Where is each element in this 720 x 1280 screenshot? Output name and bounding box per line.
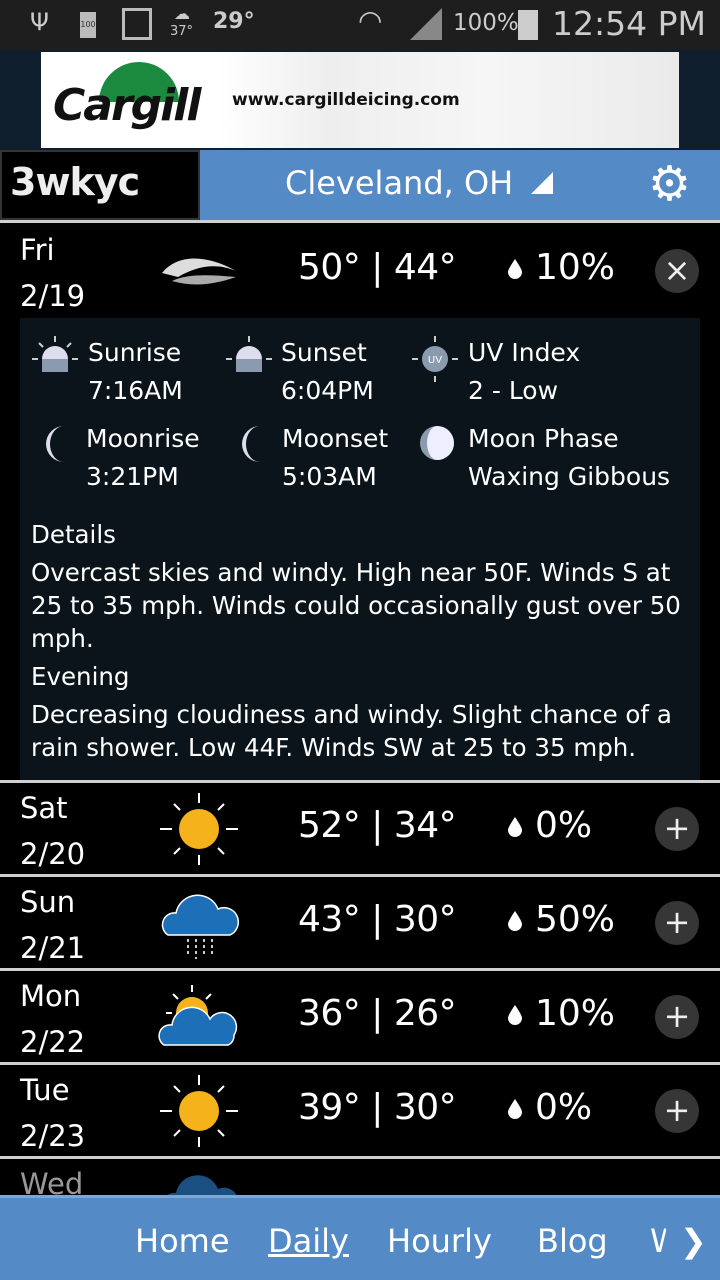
- temps: 36° | 26°: [298, 993, 457, 1034]
- sunny-icon: [160, 793, 238, 865]
- raindrop-icon: [508, 911, 522, 931]
- temps: 39° | 30°: [298, 1087, 457, 1128]
- precip-chance: 0%: [535, 805, 593, 846]
- day-name: Wed: [20, 1167, 84, 1195]
- day-row[interactable]: Sun 2/21 43° | 30° 50% +: [0, 877, 720, 969]
- nav-hourly[interactable]: Hourly: [387, 1222, 492, 1260]
- cloud-icon: [167, 1175, 237, 1195]
- svg-text:UV: UV: [428, 355, 442, 366]
- day-row[interactable]: Mon 2/22 36° | 26° 10% +: [0, 971, 720, 1063]
- expand-button[interactable]: +: [655, 807, 699, 851]
- precip-chance: 10%: [535, 247, 616, 288]
- day-row[interactable]: Sat 2/20 52° | 34° 0% +: [0, 783, 720, 875]
- day-row-expanded[interactable]: Fri 2/19 50° | 44° 10% ×: [0, 225, 720, 317]
- day-date: 2/23: [20, 1119, 86, 1153]
- nav-blog[interactable]: Blog: [537, 1222, 608, 1260]
- evening-heading: Evening: [31, 662, 130, 691]
- sunset-icon: [226, 336, 272, 372]
- moonrise-info: Moonrise 3:21PM: [86, 424, 200, 491]
- divider: [0, 220, 720, 223]
- chevron-right-icon[interactable]: ❯: [680, 1222, 707, 1260]
- temps: 43° | 30°: [298, 899, 457, 940]
- battery-saver-icon: 100: [80, 12, 96, 38]
- ad-url: www.cargilldeicing.com: [232, 90, 460, 110]
- cloud-icon: ☁: [174, 4, 190, 23]
- moon-phase-icon: [420, 426, 454, 460]
- sunset-info: Sunset 6:04PM: [281, 338, 374, 405]
- day-date: 2/20: [20, 837, 86, 871]
- rain-icon: [161, 894, 240, 959]
- bottom-nav: Home Daily Hourly Blog W ❯: [0, 1195, 720, 1280]
- day-details-panel: Sunrise 7:16AM Sunset 6:04PM UV UV Index 2 …: [20, 318, 700, 780]
- day-date: 2/19: [20, 279, 86, 313]
- day-name: Mon: [20, 979, 82, 1013]
- sunny-icon: [160, 1075, 238, 1147]
- temps: 52° | 34°: [298, 805, 457, 846]
- windy-icon: [162, 258, 236, 285]
- day-row-partial[interactable]: Wed: [0, 1159, 720, 1195]
- expand-button[interactable]: +: [655, 1089, 699, 1133]
- day-name: Tue: [20, 1073, 70, 1107]
- raindrop-icon: [508, 1005, 522, 1025]
- expand-button[interactable]: +: [655, 901, 699, 945]
- uv-index-icon: UV: [412, 336, 458, 382]
- sunrise-info: Sunrise 7:16AM: [88, 338, 183, 405]
- notif-temp: 29°: [213, 9, 255, 34]
- raindrop-icon: [508, 259, 522, 279]
- expand-button[interactable]: +: [655, 995, 699, 1039]
- nav-daily[interactable]: Daily: [268, 1222, 349, 1260]
- dropdown-triangle-icon: [531, 172, 554, 194]
- moonrise-icon: [46, 426, 64, 462]
- details-text: Overcast skies and windy. High near 50F.…: [31, 558, 681, 653]
- day-name: Sun: [20, 885, 76, 919]
- forecast-details: Details Overcast skies and windy. High n…: [31, 518, 696, 764]
- wkyc-logo[interactable]: 3wkyc: [0, 150, 200, 220]
- temps: 50° | 44°: [298, 247, 457, 288]
- precip-chance: 50%: [535, 899, 616, 940]
- raindrop-icon: [508, 817, 522, 837]
- day-name: Sat: [20, 791, 68, 825]
- nav-home[interactable]: Home: [135, 1222, 230, 1260]
- details-heading: Details: [31, 520, 116, 549]
- settings-gear-icon[interactable]: ⚙: [648, 158, 691, 210]
- status-bar: Ψ 100 ☁ 37° 29° ◠ 100% 12:54 PM: [0, 0, 720, 50]
- uv-info: UV Index 2 - Low: [468, 338, 581, 405]
- notif-temp-small: 37°: [170, 24, 194, 39]
- moonset-info: Moonset 5:03AM: [282, 424, 389, 491]
- wifi-icon: ◠: [358, 4, 383, 37]
- ad-brand: Cargill: [53, 80, 201, 131]
- clock: 12:54 PM: [552, 4, 706, 43]
- day-name: Fri: [20, 233, 55, 267]
- partly-cloudy-icon: [158, 985, 238, 1046]
- day-date: 2/21: [20, 931, 86, 965]
- usb-icon: Ψ: [30, 8, 49, 36]
- sunrise-icon: [32, 336, 78, 372]
- location-selector[interactable]: Cleveland, OH: [285, 164, 554, 202]
- moon-phase-info: Moon Phase Waxing Gibbous: [468, 424, 671, 491]
- ad-banner[interactable]: Cargill www.cargilldeicing.com: [0, 50, 720, 150]
- battery-percent: 100%: [453, 10, 519, 36]
- nav-more-partial[interactable]: W: [650, 1222, 666, 1260]
- gallery-icon: [122, 8, 152, 40]
- evening-text: Decreasing cloudiness and windy. Slight …: [31, 700, 672, 762]
- day-row[interactable]: Tue 2/23 39° | 30° 0% +: [0, 1065, 720, 1157]
- ad-image[interactable]: Cargill www.cargilldeicing.com: [41, 52, 679, 148]
- signal-icon: [410, 8, 442, 40]
- precip-chance: 10%: [535, 993, 616, 1034]
- day-date: 2/22: [20, 1025, 86, 1059]
- battery-icon: [518, 10, 538, 40]
- app-header: 3wkyc Cleveland, OH ⚙: [0, 150, 720, 220]
- collapse-close-button[interactable]: ×: [655, 249, 699, 293]
- moonset-icon: [242, 426, 260, 462]
- raindrop-icon: [508, 1099, 522, 1119]
- precip-chance: 0%: [535, 1087, 593, 1128]
